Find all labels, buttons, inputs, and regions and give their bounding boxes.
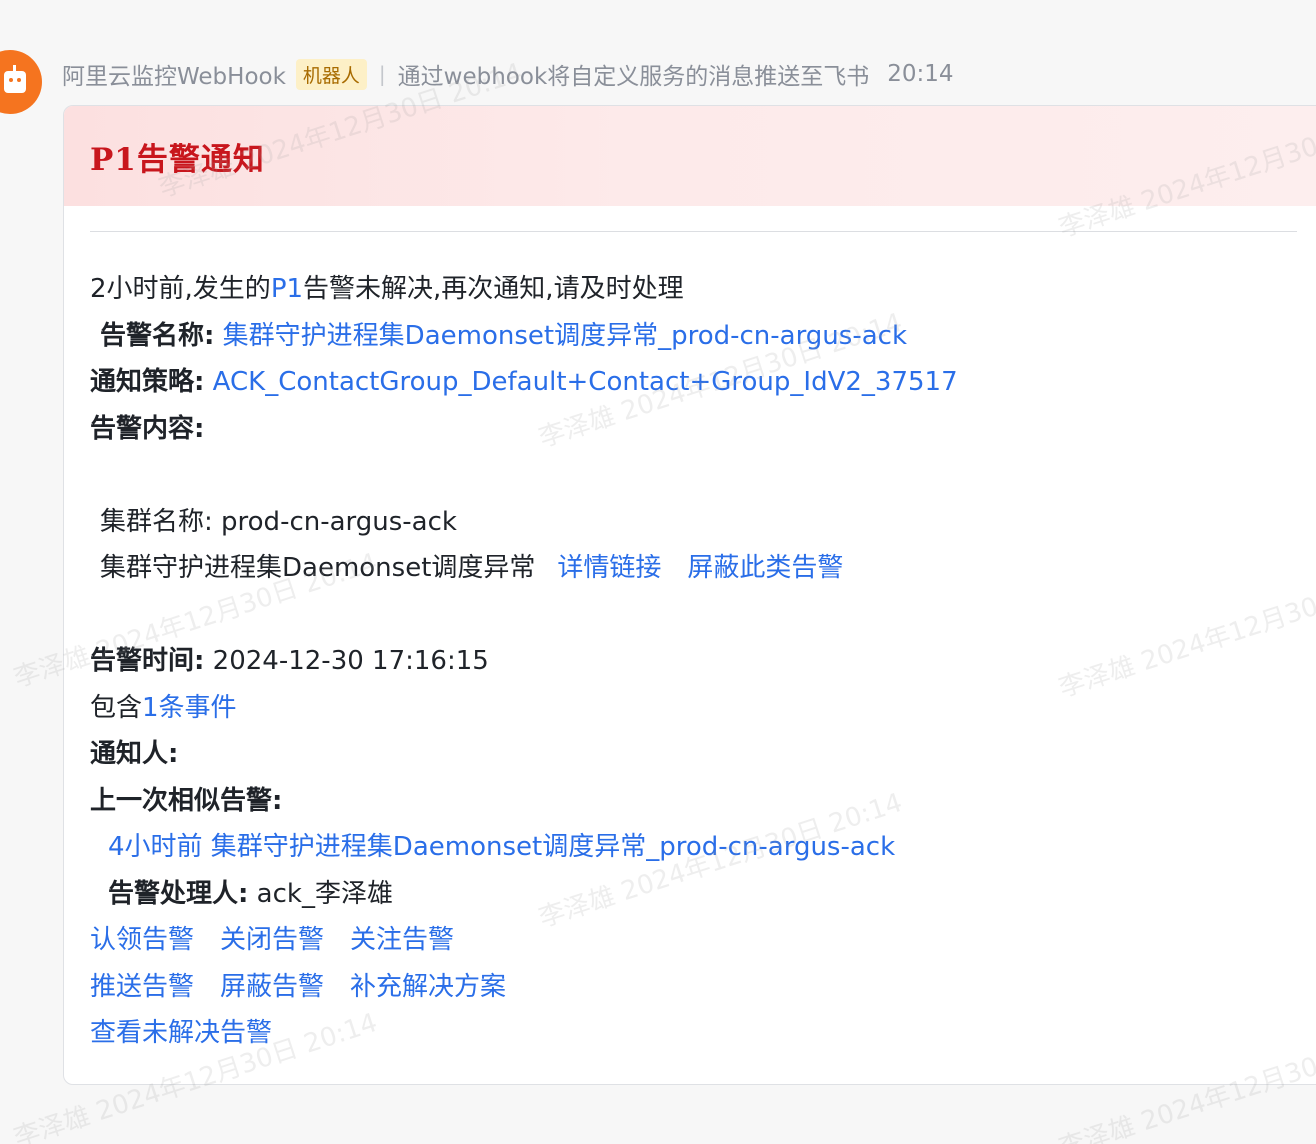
cluster-line: 集群名称: prod-cn-argus-ack <box>90 499 1270 546</box>
alert-card: P1告警通知 2小时前,发生的P1告警未解决,再次通知,请及时处理 告警名称: … <box>63 105 1316 1085</box>
contains-prefix: 包含 <box>90 692 143 723</box>
bot-avatar[interactable] <box>0 50 42 114</box>
policy-link[interactable]: ACK_ContactGroup_Default+Contact+Group_I… <box>213 367 958 397</box>
alert-time: 2024-12-30 17:16:15 <box>212 646 489 676</box>
last-similar-link[interactable]: 4小时前 集群守护进程集Daemonset调度异常_prod-cn-argus-… <box>108 832 895 862</box>
cluster-name: prod-cn-argus-ack <box>221 506 457 537</box>
last-similar-line: 上一次相似告警: <box>90 778 1270 825</box>
meta-separator: | <box>378 62 386 86</box>
card-header: P1告警通知 <box>64 106 1316 206</box>
robot-icon <box>4 65 26 93</box>
intro-prefix: 2小时前,发生的 <box>90 274 271 304</box>
actions-row-1: 认领告警 关闭告警 关注告警 <box>90 917 1270 964</box>
sender-name[interactable]: 阿里云监控WebHook <box>62 57 286 91</box>
policy-line: 通知策略: ACK_ContactGroup_Default+Contact+G… <box>90 359 1270 406</box>
message-meta: 阿里云监控WebHook 机器人 | 通过webhook将自定义服务的消息推送至… <box>62 56 954 92</box>
anomaly-text: 集群守护进程集Daemonset调度异常 <box>100 553 536 583</box>
message-time: 20:14 <box>887 61 954 87</box>
divider <box>90 231 1297 232</box>
card-body: 2小时前,发生的P1告警未解决,再次通知,请及时处理 告警名称: 集群守护进程集… <box>90 266 1270 1057</box>
actions-row-2: 推送告警 屏蔽告警 补充解决方案 <box>90 964 1270 1011</box>
alert-name-link[interactable]: 集群守护进程集Daemonset调度异常_prod-cn-argus-ack <box>223 321 907 351</box>
last-similar-label: 上一次相似告警: <box>90 785 283 816</box>
alert-level-link[interactable]: P1 <box>271 274 303 304</box>
notifier-label: 通知人: <box>90 739 179 769</box>
detail-link[interactable]: 详情链接 <box>557 553 661 583</box>
card-title: P1告警通知 <box>90 141 265 178</box>
handler-label: 告警处理人: <box>108 878 249 909</box>
cluster-label: 集群名称: <box>100 506 213 537</box>
policy-label: 通知策略: <box>90 367 205 397</box>
intro-line: 2小时前,发生的P1告警未解决,再次通知,请及时处理 <box>90 266 1270 313</box>
chat-message: 阿里云监控WebHook 机器人 | 通过webhook将自定义服务的消息推送至… <box>0 0 1316 1144</box>
claim-alert-link[interactable]: 认领告警 <box>90 925 194 955</box>
handler-line: 告警处理人: ack_李泽雄 <box>90 871 1270 918</box>
last-similar-link-line: 4小时前 集群守护进程集Daemonset调度异常_prod-cn-argus-… <box>90 824 1270 871</box>
intro-suffix: 告警未解决,再次通知,请及时处理 <box>303 274 684 304</box>
event-count-link[interactable]: 1条事件 <box>142 693 237 723</box>
alert-time-label: 告警时间: <box>90 646 205 676</box>
contains-line: 包含1条事件 <box>90 685 1270 732</box>
handler-name: ack_李泽雄 <box>256 878 393 909</box>
content-line: 告警内容: <box>90 406 1270 453</box>
alert-name-label: 告警名称: <box>100 320 215 351</box>
view-unresolved-link[interactable]: 查看未解决告警 <box>90 1018 272 1048</box>
sender-description: 通过webhook将自定义服务的消息推送至飞书 <box>397 64 870 90</box>
actions-row-3: 查看未解决告警 <box>90 1010 1270 1057</box>
alert-name-line: 告警名称: 集群守护进程集Daemonset调度异常_prod-cn-argus… <box>90 313 1270 360</box>
anomaly-line: 集群守护进程集Daemonset调度异常 详情链接 屏蔽此类告警 <box>90 545 1270 592</box>
push-alert-link[interactable]: 推送告警 <box>90 972 194 1002</box>
close-alert-link[interactable]: 关闭告警 <box>220 925 324 955</box>
follow-alert-link[interactable]: 关注告警 <box>350 925 454 955</box>
add-solution-link[interactable]: 补充解决方案 <box>350 972 506 1002</box>
content-label: 告警内容: <box>90 413 205 444</box>
notifier-line: 通知人: <box>90 731 1270 778</box>
alert-time-line: 告警时间: 2024-12-30 17:16:15 <box>90 638 1270 685</box>
bot-badge: 机器人 <box>295 58 367 90</box>
mute-similar-link[interactable]: 屏蔽此类告警 <box>687 553 843 583</box>
mute-alert-link[interactable]: 屏蔽告警 <box>220 972 324 1002</box>
